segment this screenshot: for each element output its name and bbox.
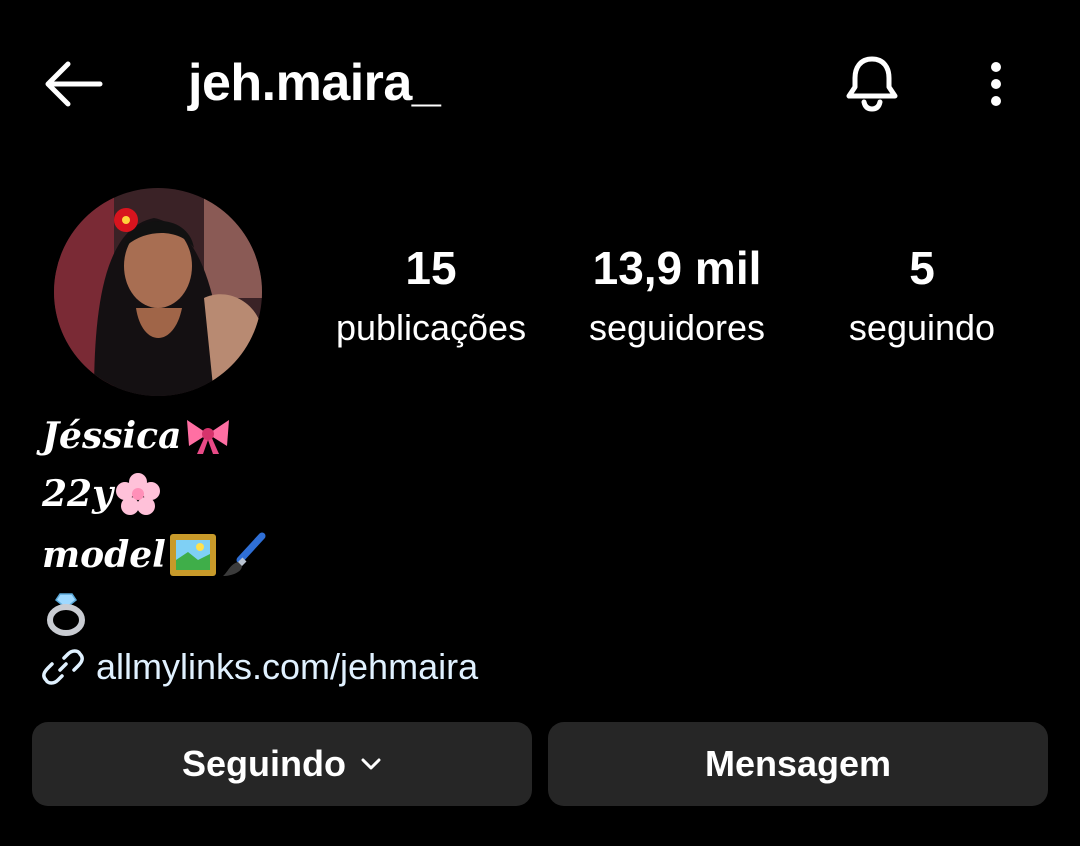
bio-name-text: Jéssica bbox=[42, 415, 182, 457]
arrow-left-icon bbox=[45, 61, 103, 107]
bio-line-age: 22y bbox=[42, 472, 161, 516]
bio-line-occupation: model bbox=[42, 532, 266, 578]
notifications-button[interactable] bbox=[840, 50, 904, 116]
following-count-value: 5 bbox=[909, 242, 935, 294]
ribbon-emoji bbox=[183, 416, 233, 456]
profile-link-text: allmylinks.com/jehmaira bbox=[96, 646, 479, 687]
profile-avatar[interactable] bbox=[54, 188, 262, 396]
more-vertical-icon bbox=[991, 62, 1001, 106]
followers-count-value: 13,9 mil bbox=[592, 242, 762, 294]
bio-age-text: 22y bbox=[42, 473, 114, 515]
link-icon bbox=[42, 649, 84, 685]
bell-icon bbox=[846, 56, 898, 112]
following-button-label: Seguindo bbox=[182, 743, 346, 784]
message-button[interactable]: Mensagem bbox=[548, 722, 1048, 806]
chevron-down-icon bbox=[360, 757, 382, 771]
following-count[interactable]: 5 seguindo bbox=[830, 238, 1014, 358]
following-count-label: seguindo bbox=[848, 307, 996, 348]
posts-count[interactable]: 15 publicações bbox=[318, 238, 544, 358]
profile-photo bbox=[54, 188, 262, 396]
paintbrush-emoji bbox=[220, 532, 266, 578]
top-bar: jeh.maira_ bbox=[0, 0, 1080, 170]
more-options-button[interactable] bbox=[972, 54, 1020, 114]
followers-count-label: seguidores bbox=[588, 307, 766, 348]
bio-line-name: Jéssica bbox=[42, 414, 233, 458]
following-button[interactable]: Seguindo bbox=[32, 722, 532, 806]
followers-count[interactable]: 13,9 mil seguidores bbox=[566, 238, 788, 358]
message-button-label: Mensagem bbox=[704, 743, 892, 784]
posts-count-value: 15 bbox=[405, 242, 457, 294]
profile-username: jeh.maira_ bbox=[188, 54, 441, 112]
bio-occupation-text: model bbox=[42, 534, 166, 576]
bio-line-ring bbox=[42, 590, 88, 636]
posts-count-label: publicações bbox=[335, 307, 527, 348]
framed-picture-emoji bbox=[168, 532, 218, 578]
cherry-blossom-emoji bbox=[115, 472, 161, 516]
profile-link[interactable]: allmylinks.com/jehmaira bbox=[42, 640, 478, 694]
back-button[interactable] bbox=[40, 54, 106, 114]
ring-emoji bbox=[44, 590, 88, 636]
